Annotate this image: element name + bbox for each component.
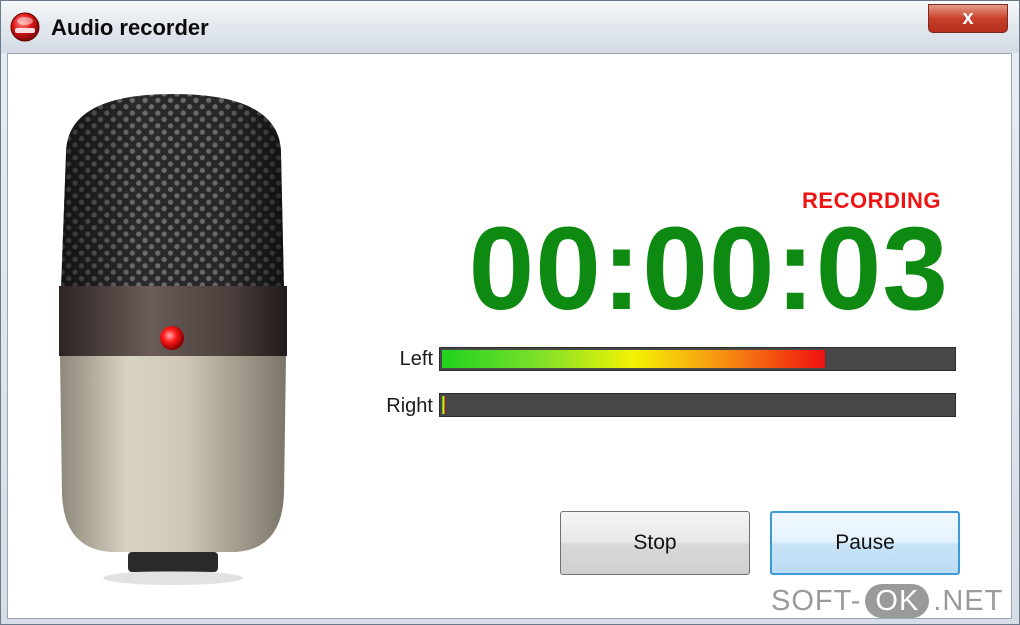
watermark: SOFT- OK .NET bbox=[771, 584, 1003, 618]
watermark-left: SOFT- bbox=[771, 584, 862, 617]
right-level-meter bbox=[439, 393, 956, 417]
audio-recorder-window: Audio recorder x RECORDING 00:00:03 Left… bbox=[0, 0, 1020, 625]
right-level-fill bbox=[442, 396, 445, 414]
recorder-panel: RECORDING 00:00:03 Left Right Stop Pause bbox=[7, 53, 1012, 619]
elapsed-timer: 00:00:03 bbox=[468, 203, 949, 335]
left-channel-label: Left bbox=[399, 348, 433, 370]
microphone-image bbox=[59, 94, 287, 585]
watermark-middle: OK bbox=[865, 584, 930, 618]
stop-button[interactable]: Stop bbox=[560, 511, 750, 575]
close-icon: x bbox=[962, 7, 974, 29]
left-level-fill bbox=[442, 350, 825, 368]
record-icon bbox=[10, 12, 40, 42]
watermark-right: .NET bbox=[933, 584, 1004, 617]
pause-button[interactable]: Pause bbox=[770, 511, 960, 575]
left-level-meter bbox=[439, 347, 956, 371]
window-title: Audio recorder bbox=[51, 15, 209, 40]
close-button[interactable]: x bbox=[928, 4, 1008, 33]
right-channel-label: Right bbox=[386, 395, 433, 417]
recording-led-icon bbox=[160, 326, 184, 350]
title-bar[interactable]: Audio recorder x bbox=[1, 1, 1019, 53]
